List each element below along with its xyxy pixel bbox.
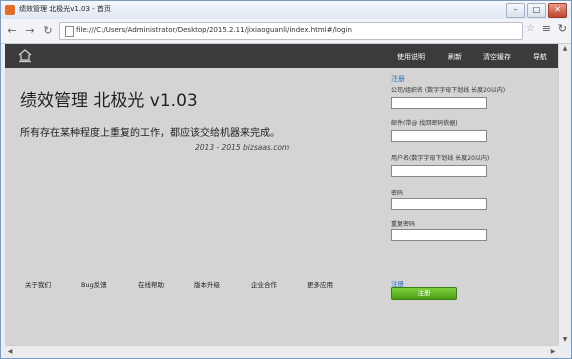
company-input[interactable]	[391, 97, 487, 109]
vertical-scrollbar[interactable]: ▲ ▼	[558, 44, 571, 345]
register-button[interactable]: 注册	[391, 287, 457, 300]
menu-icon[interactable]: ≡	[542, 22, 551, 35]
password-label: 密码	[391, 190, 404, 197]
email-label: 邮件(带@ 找回密码依据)	[391, 120, 458, 127]
footer-bug-report[interactable]: Bug反馈	[81, 279, 107, 289]
maximize-button[interactable]: □	[527, 3, 546, 18]
window-controls: – □ ✕	[506, 3, 567, 18]
footer-more-apps[interactable]: 更多应用	[307, 279, 333, 289]
back-arrow-icon[interactable]: ←	[5, 24, 19, 38]
window-title: 绩效管理 北极光v1.03 - 首页	[19, 5, 111, 13]
nav-usage-guide[interactable]: 使用说明	[397, 52, 425, 62]
company-label: 公司/组织名 (数字字母下划线 长度20以内)	[391, 87, 506, 94]
tagline: 所有存在某种程度上重复的工作，都应该交给机器来完成。	[20, 128, 280, 139]
horizontal-scrollbar[interactable]: ◀ ▶	[5, 345, 558, 358]
scroll-up-icon[interactable]: ▲	[559, 44, 571, 54]
repeat-password-input[interactable]	[391, 229, 487, 241]
refresh-icon[interactable]: ↻	[558, 22, 567, 35]
scroll-right-icon[interactable]: ▶	[548, 346, 558, 358]
browser-window: 绩效管理 北极光v1.03 - 首页 – □ ✕ ← → ↻ file:///C…	[0, 0, 572, 359]
username-label: 用户名(数字字母下划线 长度20以内)	[391, 155, 490, 162]
username-input[interactable]	[391, 165, 487, 177]
reload-icon[interactable]: ↻	[41, 24, 55, 38]
scroll-down-icon[interactable]: ▼	[559, 335, 571, 345]
title-bar: 绩效管理 北极光v1.03 - 首页 – □ ✕	[1, 1, 571, 19]
site-header: 使用说明 刷新 清空缓存 导航	[5, 44, 558, 68]
repeat-password-label: 重复密码	[391, 221, 416, 228]
page-icon	[65, 26, 74, 37]
forward-arrow-icon[interactable]: →	[23, 24, 37, 38]
email-input[interactable]	[391, 130, 487, 142]
close-button[interactable]: ✕	[548, 3, 567, 18]
browser-toolbar: ← → ↻ file:///C:/Users/Administrator/Des…	[1, 19, 571, 44]
password-input[interactable]	[391, 198, 487, 210]
footer-online-help[interactable]: 在线帮助	[138, 279, 164, 289]
browser-app-icon	[5, 5, 15, 15]
footer-about-us[interactable]: 关于我们	[25, 279, 51, 289]
address-bar[interactable]: file:///C:/Users/Administrator/Desktop/2…	[59, 22, 523, 40]
app-title: 绩效管理 北极光 v1.03	[20, 91, 198, 111]
nav-clear-cache[interactable]: 清空缓存	[483, 52, 511, 62]
nav-refresh[interactable]: 刷新	[448, 52, 462, 62]
footer-version-upgrade[interactable]: 版本升级	[194, 279, 220, 289]
copyright: 2013 - 2015 bizsaas.com	[195, 143, 290, 152]
footer-business-cooperation[interactable]: 企业合作	[251, 279, 277, 289]
nav-navigation[interactable]: 导航	[533, 52, 547, 62]
minimize-button[interactable]: –	[506, 3, 525, 18]
home-icon[interactable]	[17, 48, 33, 63]
form-title[interactable]: 注册	[391, 74, 405, 84]
url-text: file:///C:/Users/Administrator/Desktop/2…	[76, 26, 352, 34]
bookmark-star-icon[interactable]: ☆	[526, 23, 535, 34]
web-page: 使用说明 刷新 清空缓存 导航 绩效管理 北极光 v1.03 所有存在某种程度上…	[5, 44, 558, 345]
scroll-left-icon[interactable]: ◀	[5, 346, 15, 358]
